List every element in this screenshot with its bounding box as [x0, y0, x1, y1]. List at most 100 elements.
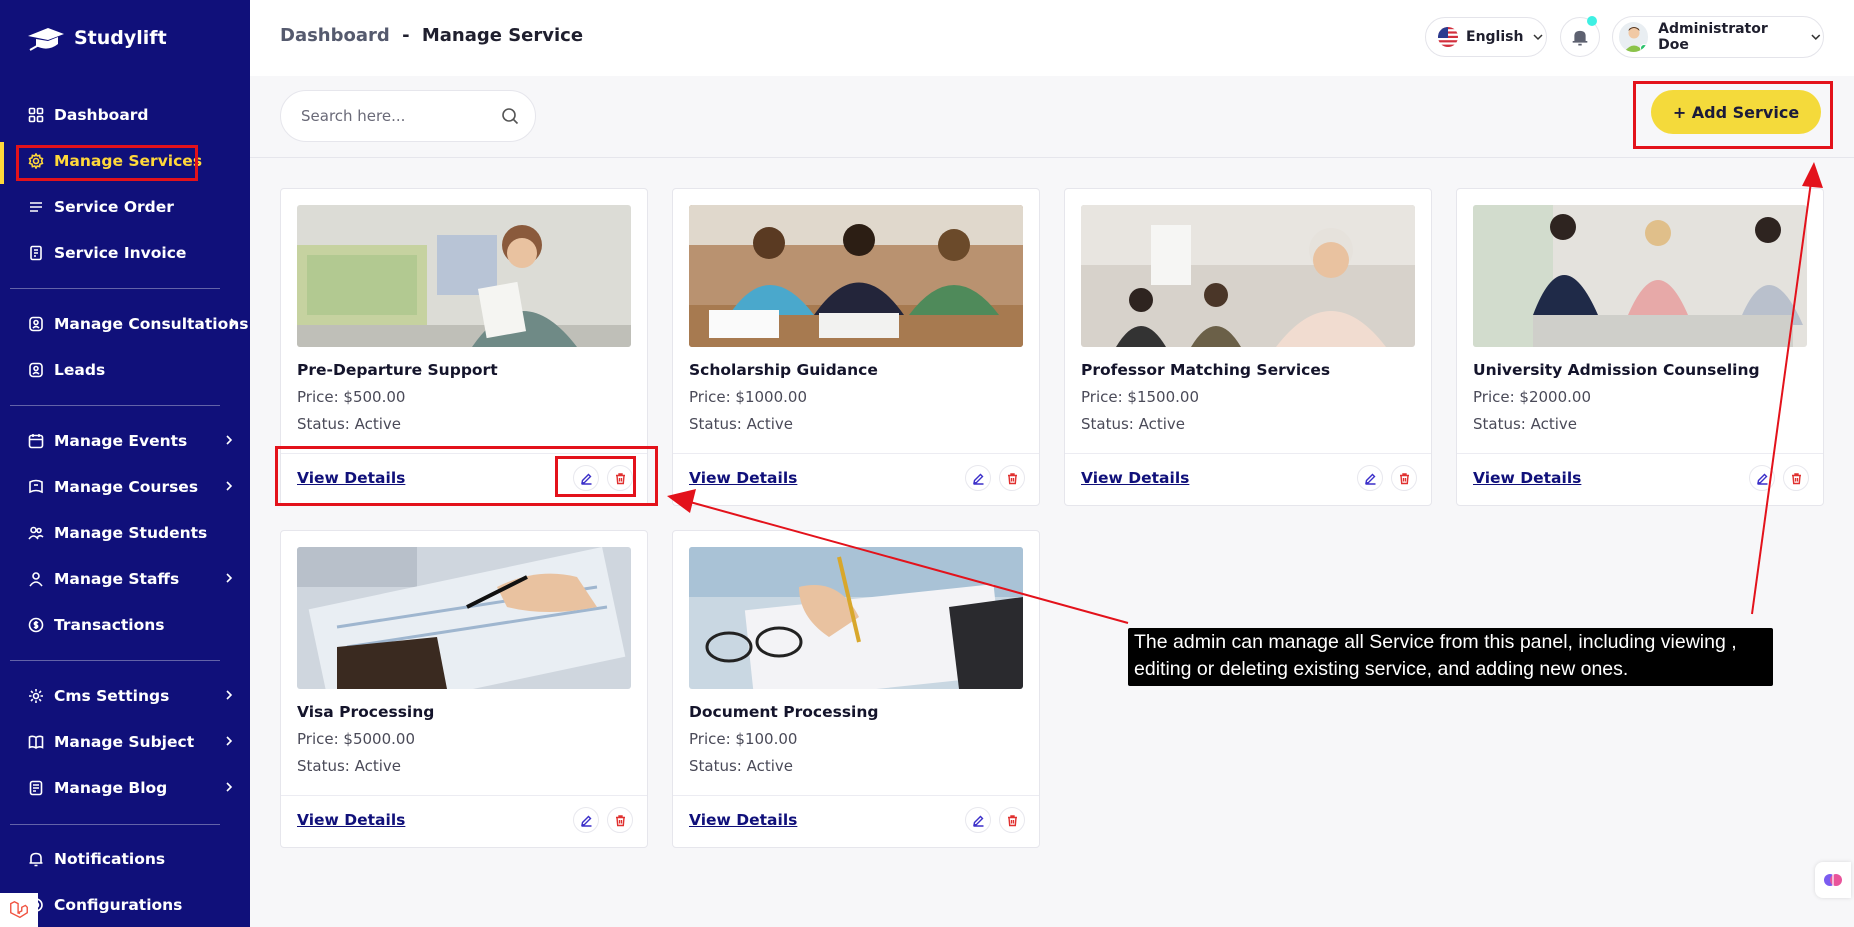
delete-button[interactable] [999, 807, 1025, 833]
sidebar-item-notifications[interactable]: Notifications [0, 839, 250, 879]
service-title: Visa Processing [297, 703, 435, 721]
sidebar-item-manage-students[interactable]: Manage Students [0, 513, 250, 553]
service-card: Professor Matching Services Price: $1500… [1064, 188, 1432, 506]
sidebar-item-label: Manage Staffs [54, 570, 180, 588]
pencil-icon [1364, 473, 1375, 485]
floating-assistant-button[interactable] [1815, 862, 1851, 898]
sidebar-item-label: Cms Settings [54, 687, 170, 705]
edit-button[interactable] [965, 807, 991, 833]
service-title: Pre-Departure Support [297, 361, 498, 379]
view-details-link[interactable]: View Details [689, 811, 797, 829]
bell-icon [28, 851, 44, 867]
sidebar-item-label: Notifications [54, 850, 166, 868]
brand-name: Studylift [74, 27, 167, 49]
breadcrumb-separator: - [402, 25, 410, 46]
debug-badge[interactable] [0, 893, 38, 927]
sidebar-item-label: Manage Events [54, 432, 188, 450]
pencil-icon [1756, 473, 1767, 485]
card-divider [1065, 453, 1431, 454]
us-flag-icon [1438, 27, 1458, 47]
sidebar-item-service-order[interactable]: Service Order [0, 187, 250, 227]
search-icon[interactable] [501, 107, 519, 125]
sidebar-divider [10, 405, 220, 406]
sidebar-item-manage-subject[interactable]: Manage Subject [0, 722, 250, 762]
sidebar-item-service-invoice[interactable]: Service Invoice [0, 233, 250, 273]
course-icon [28, 479, 44, 495]
sidebar-item-label: Manage Blog [54, 779, 168, 797]
page-title: Manage Service [421, 25, 584, 46]
sidebar-item-cms-settings[interactable]: Cms Settings [0, 676, 250, 716]
sidebar-item-manage-blog[interactable]: Manage Blog [0, 768, 250, 808]
card-divider [1457, 453, 1823, 454]
delete-button[interactable] [1783, 465, 1809, 491]
notifications-button[interactable] [1560, 16, 1600, 57]
sidebar-item-manage-events[interactable]: Manage Events [0, 421, 250, 461]
sidebar-item-label: Leads [54, 361, 106, 379]
card-divider [673, 795, 1039, 796]
chevron-right-icon [226, 573, 233, 583]
sidebar-item-transactions[interactable]: Transactions [0, 605, 250, 645]
edit-button[interactable] [573, 807, 599, 833]
breadcrumb-root[interactable]: Dashboard [280, 25, 390, 46]
invoice-icon [28, 245, 44, 261]
chevron-right-icon [226, 736, 233, 746]
service-price: Price: $100.00 [689, 730, 798, 748]
chevron-right-icon [226, 690, 233, 700]
trash-icon [1791, 472, 1801, 484]
view-details-link[interactable]: View Details [689, 469, 797, 487]
staff-icon [28, 571, 44, 587]
sidebar-item-label: Transactions [54, 616, 165, 634]
view-details-link[interactable]: View Details [1081, 469, 1189, 487]
service-card: Scholarship Guidance Price: $1000.00 Sta… [672, 188, 1040, 506]
transaction-icon [28, 617, 44, 633]
graduation-cap-icon [28, 28, 64, 51]
card-divider [673, 453, 1039, 454]
sidebar-divider [10, 288, 220, 289]
sidebar: Studylift Dashboard Manage Services Serv… [0, 0, 250, 927]
trash-icon [615, 814, 625, 826]
edit-button[interactable] [1357, 465, 1383, 491]
delete-button[interactable] [1391, 465, 1417, 491]
service-title: Document Processing [689, 703, 879, 721]
chevron-right-icon [226, 782, 233, 792]
edit-button[interactable] [965, 465, 991, 491]
top-header: Dashboard - Manage Service English Admin… [250, 0, 1854, 76]
search-box[interactable] [280, 90, 536, 142]
service-image [297, 205, 631, 347]
chevron-right-icon [226, 481, 233, 491]
sidebar-item-leads[interactable]: Leads [0, 350, 250, 390]
service-price: Price: $2000.00 [1473, 388, 1591, 406]
user-menu[interactable]: Administrator Doe [1612, 16, 1824, 58]
sidebar-item-dashboard[interactable]: Dashboard [0, 95, 250, 135]
bell-icon [1572, 30, 1588, 46]
service-card: Document Processing Price: $100.00 Statu… [672, 530, 1040, 848]
service-status: Status: Active [297, 757, 402, 775]
delete-button[interactable] [607, 807, 633, 833]
service-status: Status: Active [1081, 415, 1186, 433]
brand-logo[interactable]: Studylift [26, 22, 167, 54]
sidebar-item-manage-consultations[interactable]: Manage Consultations [0, 304, 250, 344]
chevron-down-icon [1811, 34, 1821, 40]
view-details-link[interactable]: View Details [297, 811, 405, 829]
chevron-right-icon [230, 318, 237, 328]
trash-icon [1007, 814, 1017, 826]
service-image [689, 205, 1023, 347]
sidebar-item-manage-staffs[interactable]: Manage Staffs [0, 559, 250, 599]
calendar-icon [28, 433, 44, 449]
search-input[interactable] [301, 107, 501, 125]
avatar [1619, 22, 1649, 52]
highlight-box-actions [555, 456, 636, 497]
lead-icon [28, 362, 44, 378]
service-price: Price: $500.00 [297, 388, 406, 406]
language-selector[interactable]: English [1425, 17, 1547, 57]
language-label: English [1466, 29, 1524, 45]
service-card: University Admission Counseling Price: $… [1456, 188, 1824, 506]
sidebar-item-label: Dashboard [54, 106, 149, 124]
view-details-link[interactable]: View Details [1473, 469, 1581, 487]
service-status: Status: Active [1473, 415, 1578, 433]
service-title: Scholarship Guidance [689, 361, 878, 379]
edit-button[interactable] [1749, 465, 1775, 491]
sidebar-item-manage-courses[interactable]: Manage Courses [0, 467, 250, 507]
delete-button[interactable] [999, 465, 1025, 491]
notification-dot [1587, 16, 1597, 26]
